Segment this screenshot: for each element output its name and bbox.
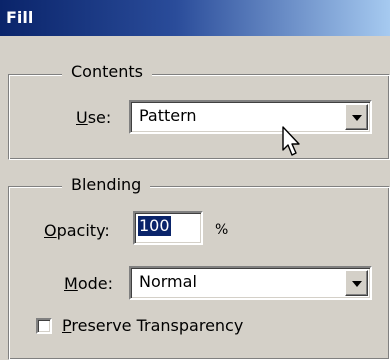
use-select-value: Pattern [139, 106, 197, 125]
fill-dialog-body: Contents Use: Pattern Blending Opacity: … [0, 36, 390, 360]
chevron-down-icon [352, 281, 362, 287]
window-title: Fill [6, 8, 34, 27]
mode-select-value: Normal [139, 272, 197, 291]
use-select[interactable]: Pattern [129, 100, 372, 134]
preserve-transparency-checkbox[interactable] [36, 318, 52, 334]
mode-select[interactable]: Normal [129, 266, 372, 300]
opacity-label: Opacity: [44, 221, 110, 240]
opacity-label-accesskey: O [44, 221, 57, 240]
mode-label-rest: ode: [77, 274, 113, 293]
use-label: Use: [76, 108, 111, 127]
mode-dropdown-button[interactable] [345, 270, 368, 296]
opacity-value: 100 [138, 216, 171, 236]
opacity-input[interactable]: 100 [133, 211, 203, 245]
chevron-down-icon [352, 115, 362, 121]
blending-legend: Blending [62, 175, 151, 194]
preserve-transparency-label[interactable]: Preserve Transparency [62, 316, 243, 335]
mode-label: Mode: [64, 274, 113, 293]
contents-legend: Contents [62, 62, 152, 81]
use-dropdown-button[interactable] [345, 104, 368, 130]
opacity-unit: % [215, 222, 229, 238]
use-label-rest: se: [87, 108, 112, 127]
mode-label-accesskey: M [64, 274, 78, 293]
preserve-label-accesskey: P [62, 316, 72, 335]
mouse-pointer-icon [282, 126, 300, 156]
use-label-accesskey: U [76, 108, 88, 127]
opacity-label-rest: pacity: [56, 221, 110, 240]
preserve-label-rest: reserve Transparency [71, 316, 244, 335]
title-bar[interactable]: Fill [0, 0, 390, 36]
